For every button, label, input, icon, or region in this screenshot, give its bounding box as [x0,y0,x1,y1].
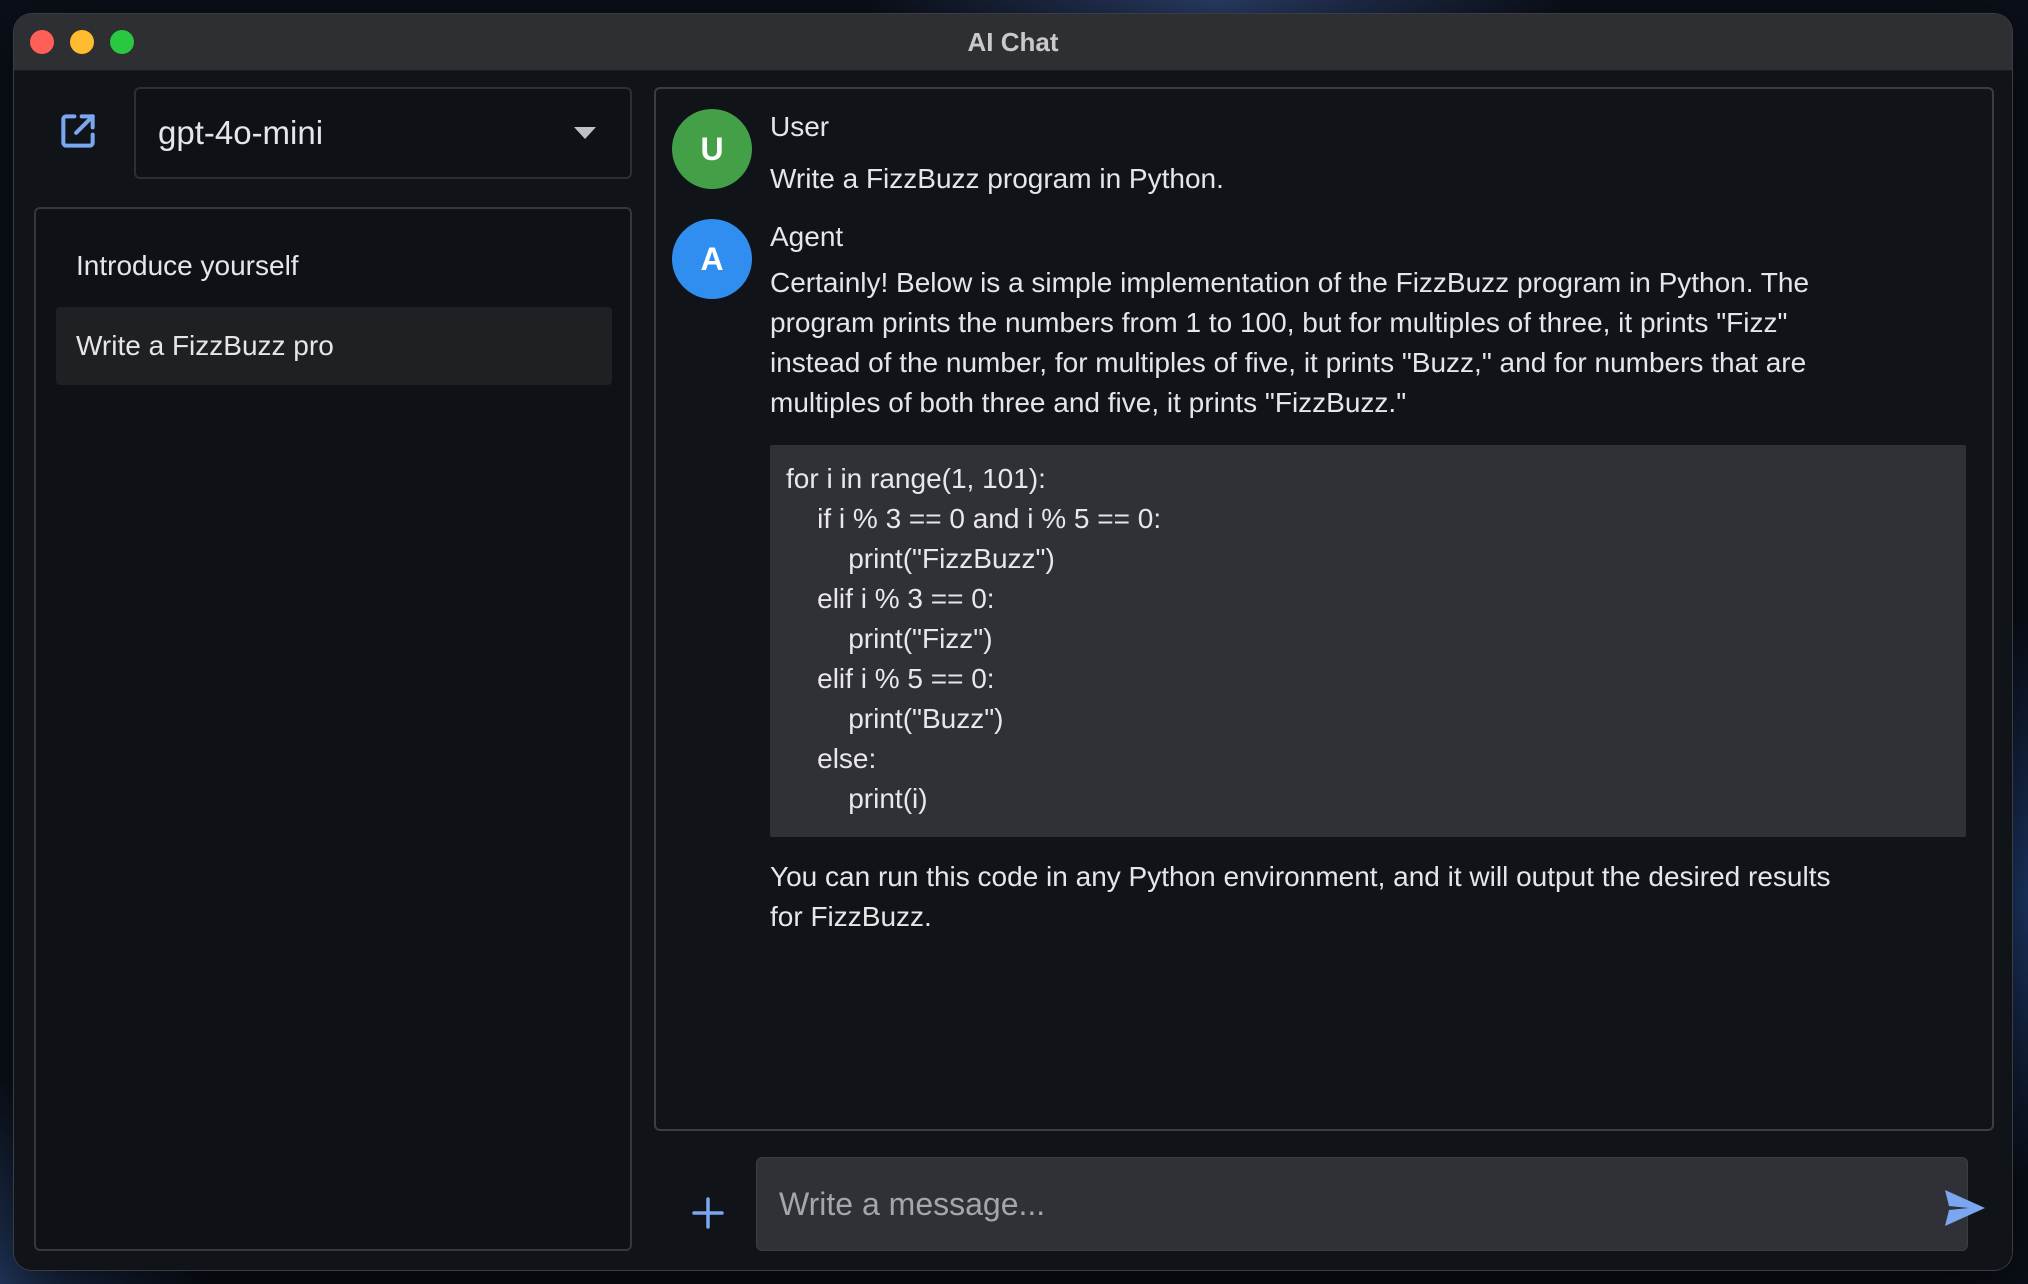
send-button[interactable] [1938,1181,1992,1235]
message-author: User [770,111,830,142]
avatar-agent: A [672,219,752,299]
open-in-new-icon [61,114,95,148]
message-text: You can run this code in any Python envi… [770,857,1980,937]
history-item-label: Introduce yourself [76,250,299,281]
plus-icon [692,1197,724,1229]
model-select[interactable]: gpt-4o-mini [134,87,632,179]
message-line: for FizzBuzz. [770,901,932,932]
model-select-value: gpt-4o-mini [158,114,324,151]
message-text: Write a FizzBuzz program in Python. [770,163,1224,194]
title-bar: AI Chat [14,14,2012,71]
message-line: instead of the number, for multiples of … [770,347,1807,378]
new-chat-button[interactable] [48,101,108,161]
message-line: You can run this code in any Python envi… [770,861,1831,892]
message-composer [756,1157,1968,1251]
caret-down-icon [574,127,596,139]
code-line: elif i % 3 == 0: [786,583,995,614]
message-line: Certainly! Below is a simple implementat… [770,267,1810,298]
app-content: gpt-4o-mini Introduce yourself Write a F… [14,71,2012,1270]
code-line: print("Fizz") [786,623,993,654]
app-window: AI Chat gpt-4o-mini Introduce yourself W… [14,14,2012,1270]
code-block: for i in range(1, 101): if i % 3 == 0 an… [770,445,1966,837]
window-title: AI Chat [967,27,1059,57]
avatar-user: U [672,109,752,189]
code-line: if i % 3 == 0 and i % 5 == 0: [786,503,1162,534]
message-input[interactable] [757,1158,1967,1250]
code-line: print("FizzBuzz") [786,543,1055,574]
chat-messages-panel: U User Write a FizzBuzz program in Pytho… [654,87,1994,1131]
history-item-introduce[interactable]: Introduce yourself [56,227,612,305]
attach-button[interactable] [678,1183,738,1243]
code-line: print("Buzz") [786,703,1004,734]
code-line: else: [786,743,877,774]
history-item-fizzbuzz[interactable]: Write a FizzBuzz pro [56,307,612,385]
send-icon [1945,1190,1985,1226]
message-text: Certainly! Below is a simple implementat… [770,263,1980,423]
desktop-background: AI Chat gpt-4o-mini Introduce yourself W… [0,0,2028,1284]
chat-history-list: Introduce yourself Write a FizzBuzz pro [34,207,632,1251]
message-author: Agent [770,221,844,252]
message-line: multiples of both three and five, it pri… [770,387,1407,418]
code-line: print(i) [786,783,928,814]
message-line: program prints the numbers from 1 to 100… [770,307,1788,338]
code-line: elif i % 5 == 0: [786,663,995,694]
history-item-label: Write a FizzBuzz pro [76,330,334,361]
code-line: for i in range(1, 101): [786,463,1046,494]
